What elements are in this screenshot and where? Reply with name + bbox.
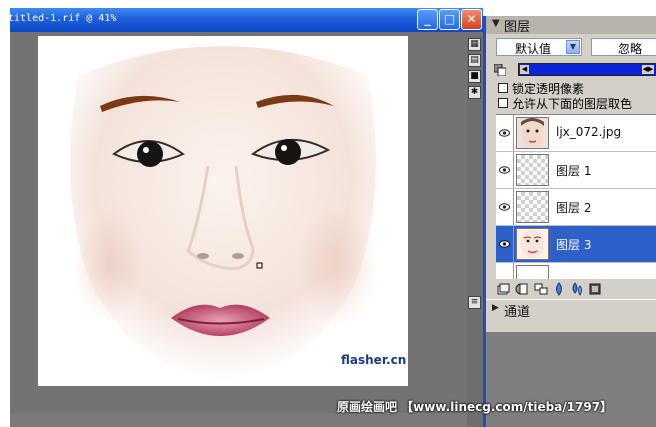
slider-left-handle-icon[interactable]: ◀ — [520, 65, 529, 74]
collapse-arrow-icon[interactable]: ▼ — [492, 18, 500, 29]
layer-thumbnail — [516, 265, 549, 279]
blend-mode-select[interactable]: 默认值 ▼ — [496, 38, 582, 56]
pick-color-below-label: 允许从下面的图层取色 — [512, 97, 633, 111]
close-button[interactable]: ✕ — [461, 9, 482, 30]
canvas[interactable]: flasher.cn — [38, 36, 408, 386]
visibility-toggle[interactable] — [496, 115, 514, 151]
expand-arrow-icon[interactable]: ▶ — [492, 303, 499, 313]
star-icon[interactable]: ✱ — [468, 86, 481, 99]
document-side-toolbar: ▦ ▤ ■ ✱ ≡ — [467, 36, 483, 427]
grid-icon[interactable]: ▦ — [468, 38, 481, 51]
square-icon[interactable]: ■ — [468, 70, 481, 83]
opacity-field[interactable]: 忽略 — [591, 38, 656, 56]
pick-color-below-checkbox[interactable] — [498, 98, 508, 108]
layer-swatch-icon[interactable] — [494, 64, 506, 76]
eye-icon — [499, 203, 510, 211]
visibility-toggle[interactable] — [496, 152, 514, 188]
layer-row[interactable]: 图层 1 — [496, 152, 656, 189]
layers-toolbar — [496, 282, 656, 298]
delete-layer-icon[interactable] — [588, 282, 602, 296]
layer-thumbnail — [516, 228, 549, 260]
eye-icon — [499, 166, 510, 174]
watermark-text: 原画绘画吧 【www.linecg.com/tieba/1797】 — [337, 400, 613, 414]
opacity-slider[interactable]: ◀ ◀▶ — [518, 63, 656, 76]
layers-panel-title: 图层 — [504, 20, 531, 35]
background-strip — [0, 0, 10, 427]
layer-list: ljx_072.jpg 图层 1 图层 2 图层 3 — [496, 114, 656, 279]
document-title: titled-1.rif @ 41% — [10, 13, 117, 24]
chevron-down-icon[interactable]: ▼ — [566, 40, 580, 54]
layers-panel: ▼ 图层 默认值 ▼ 忽略 ◀ ◀▶ 锁定透明像素 允许从下面的图层取色 ljx… — [483, 16, 656, 332]
blend-mode-value: 默认值 — [515, 42, 552, 56]
channels-panel-header[interactable]: ▶ 通道 — [486, 299, 656, 320]
droplet-icon[interactable] — [552, 282, 566, 296]
face-painting: flasher.cn — [38, 36, 408, 386]
visibility-toggle[interactable] — [496, 189, 514, 225]
document-window: titled-1.rif @ 41% _ □ ✕ flasher.cn ▦ ▤ … — [10, 8, 483, 427]
layers-panel-header[interactable]: ▼ 图层 — [486, 16, 656, 35]
visibility-toggle[interactable] — [496, 263, 514, 279]
layer-thumbnail — [516, 191, 549, 223]
layer-row-selected[interactable]: 图层 3 — [496, 226, 656, 263]
maximize-button[interactable]: □ — [439, 9, 460, 30]
channels-panel-title: 通道 — [504, 305, 531, 320]
canvas-signature: flasher.cn — [341, 353, 406, 367]
eye-icon — [499, 129, 510, 137]
layer-row[interactable]: 图层 2 — [496, 189, 656, 226]
layer-thumbnail — [516, 117, 549, 149]
opacity-value: 忽略 — [618, 42, 643, 56]
horizontal-scroll-area — [10, 413, 467, 427]
group-layers-icon[interactable] — [534, 282, 548, 296]
layer-row[interactable]: ljx_072.jpg — [496, 115, 656, 152]
layer-name: 图层 2 — [556, 201, 592, 215]
eye-icon — [499, 240, 510, 248]
document-titlebar[interactable]: titled-1.rif @ 41% _ □ ✕ — [10, 8, 483, 32]
slider-right-handle-icon[interactable]: ◀▶ — [642, 65, 654, 74]
scroll-grip-icon[interactable]: ≡ — [468, 296, 481, 309]
lock-transparency-checkbox[interactable] — [498, 83, 508, 93]
layer-name: ljx_072.jpg — [556, 125, 622, 139]
visibility-toggle[interactable] — [496, 226, 514, 262]
mask-icon[interactable] — [514, 282, 528, 296]
minimize-button[interactable]: _ — [417, 9, 438, 30]
layer-name: 图层 1 — [556, 164, 592, 178]
layer-row[interactable] — [496, 263, 656, 279]
layer-name: 图层 3 — [556, 238, 592, 252]
layer-thumbnail — [516, 154, 549, 186]
new-layer-icon[interactable] — [496, 282, 510, 296]
layout-icon[interactable]: ▤ — [468, 54, 481, 67]
droplet-multiple-icon[interactable] — [570, 282, 584, 296]
